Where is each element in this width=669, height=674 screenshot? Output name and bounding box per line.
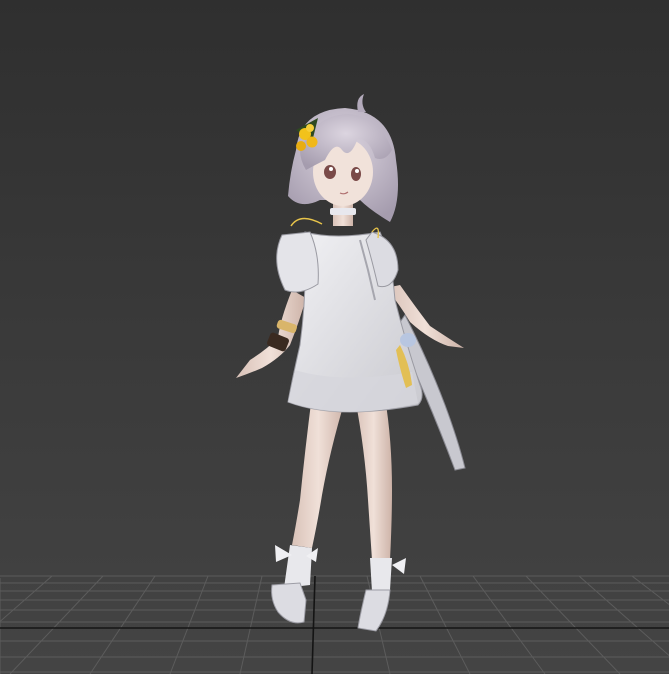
character-model[interactable] bbox=[236, 94, 466, 632]
home-grid bbox=[0, 575, 669, 674]
left-sock bbox=[284, 545, 312, 588]
right-leg bbox=[355, 398, 392, 560]
3d-viewport[interactable] bbox=[0, 0, 669, 674]
left-eye bbox=[324, 165, 336, 179]
right-shoe-bow bbox=[392, 558, 406, 574]
ahoge bbox=[357, 94, 366, 112]
blue-bow bbox=[400, 333, 416, 347]
right-eye bbox=[351, 167, 361, 181]
left-puff-sleeve bbox=[276, 231, 319, 293]
selection-halo bbox=[290, 217, 323, 227]
choker bbox=[330, 208, 356, 215]
viewport-canvas[interactable] bbox=[0, 0, 669, 674]
right-sock bbox=[370, 558, 392, 592]
left-shoe bbox=[271, 582, 307, 624]
left-leg bbox=[292, 395, 345, 548]
right-shoe bbox=[357, 589, 391, 632]
